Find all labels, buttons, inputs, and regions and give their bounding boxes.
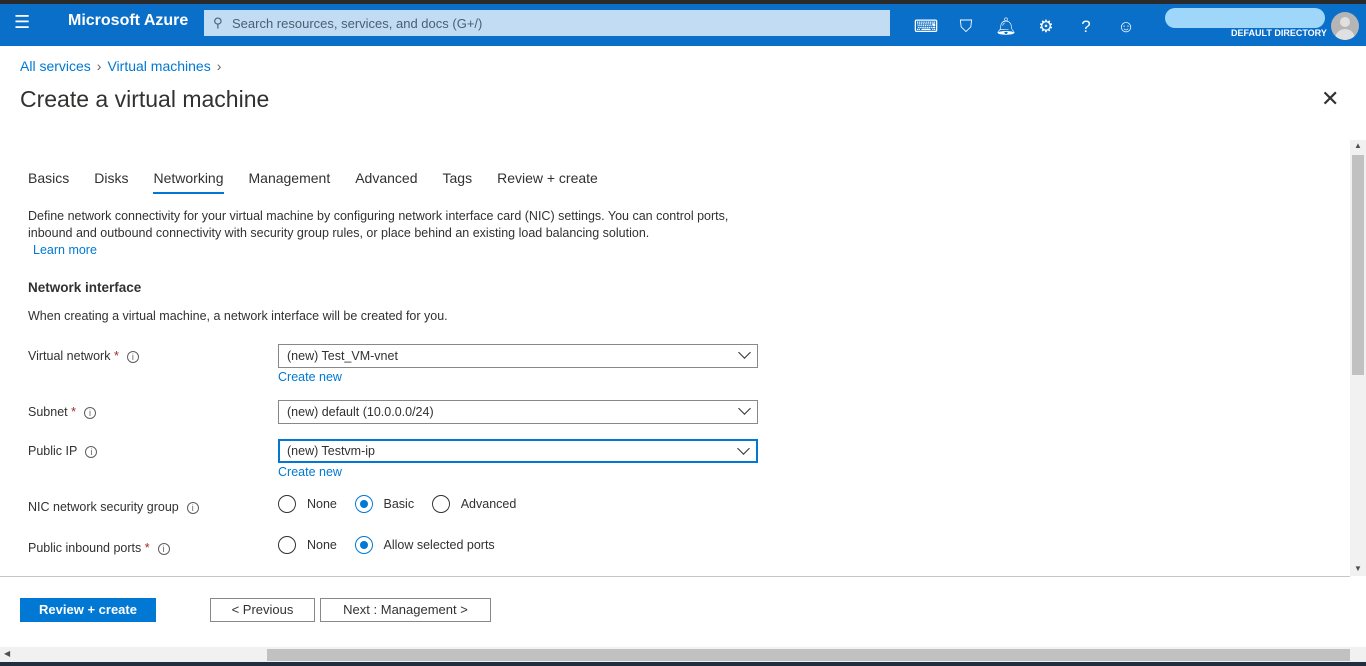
tab-basics[interactable]: Basics <box>28 170 69 194</box>
nsg-label: NIC network security group i <box>28 500 199 514</box>
brand-title[interactable]: Microsoft Azure <box>68 12 188 30</box>
search-placeholder: Search resources, services, and docs (G+… <box>232 15 483 31</box>
cloud-shell-icon[interactable]: ⌨ <box>913 14 939 40</box>
nsg-radio-none[interactable]: None <box>278 495 337 513</box>
nsg-radio-advanced[interactable]: Advanced <box>431 495 517 513</box>
radio-button-selected[interactable] <box>354 536 373 554</box>
public-ip-select[interactable]: (new) Testvm-ip <box>278 439 758 463</box>
tab-bar: Basics Disks Networking Management Advan… <box>28 170 623 194</box>
scroll-left-arrow-icon[interactable]: ◀ <box>4 649 10 658</box>
chevron-right-icon: › <box>96 58 102 74</box>
vnet-create-new-link[interactable]: Create new <box>278 370 342 384</box>
breadcrumb: All services › Virtual machines › <box>20 58 227 74</box>
account-name-redacted[interactable] <box>1165 8 1325 28</box>
vnet-label: Virtual network * i <box>28 349 139 363</box>
info-icon[interactable]: i <box>83 406 96 419</box>
window-bottom-strip <box>0 662 1366 666</box>
chevron-down-icon <box>738 346 751 359</box>
subnet-select[interactable]: (new) default (10.0.0.0/24) <box>278 400 758 424</box>
learn-more-link[interactable]: Learn more <box>33 243 97 257</box>
directory-label: DEFAULT DIRECTORY <box>1231 28 1327 38</box>
radio-button[interactable] <box>431 495 450 513</box>
inbound-label-text: Public inbound ports <box>28 541 142 555</box>
required-marker: * <box>113 349 119 363</box>
vnet-label-text: Virtual network <box>28 349 111 363</box>
public-ip-label: Public IP i <box>28 444 98 458</box>
bell-icon[interactable]: 🔔︎ <box>993 14 1019 40</box>
subnet-value: (new) default (10.0.0.0/24) <box>287 405 434 419</box>
radio-label: Basic <box>383 497 415 511</box>
next-management-button[interactable]: Next : Management > <box>320 598 491 622</box>
public-ip-create-new-link[interactable]: Create new <box>278 465 342 479</box>
public-ip-value: (new) Testvm-ip <box>287 444 375 458</box>
tab-review-create[interactable]: Review + create <box>497 170 598 194</box>
radio-label: Advanced <box>460 497 517 511</box>
horizontal-scrollbar-thumb[interactable] <box>267 649 1350 661</box>
help-icon[interactable]: ? <box>1073 14 1099 40</box>
chevron-down-icon <box>738 402 751 415</box>
radio-button[interactable] <box>278 536 296 554</box>
section-description: When creating a virtual machine, a netwo… <box>28 309 448 323</box>
avatar[interactable] <box>1331 12 1359 40</box>
nsg-radio-group: None Basic Advanced <box>278 495 530 516</box>
hamburger-icon[interactable]: ☰ <box>14 13 30 31</box>
chevron-down-icon <box>737 442 750 455</box>
inbound-radio-none[interactable]: None <box>278 536 337 554</box>
page-title: Create a virtual machine <box>20 86 270 112</box>
vnet-value: (new) Test_VM-vnet <box>287 349 398 363</box>
scroll-down-arrow-icon[interactable]: ▼ <box>1354 564 1362 573</box>
required-marker: * <box>144 541 150 555</box>
inbound-ports-label: Public inbound ports * i <box>28 541 170 555</box>
feedback-smiley-icon[interactable]: ☺ <box>1113 14 1139 40</box>
subnet-label: Subnet * i <box>28 405 96 419</box>
close-icon[interactable]: ✕ <box>1321 88 1339 110</box>
previous-button[interactable]: < Previous <box>210 598 315 622</box>
tab-management[interactable]: Management <box>249 170 331 194</box>
info-icon[interactable]: i <box>126 350 139 363</box>
nsg-radio-basic[interactable]: Basic <box>354 495 415 513</box>
tab-networking[interactable]: Networking <box>153 170 224 194</box>
breadcrumb-virtual-machines[interactable]: Virtual machines <box>107 58 210 74</box>
public-ip-label-text: Public IP <box>28 444 78 458</box>
chevron-right-icon: › <box>216 58 222 74</box>
directory-filter-icon[interactable]: ⛉ <box>953 14 979 40</box>
footer-divider <box>0 576 1350 577</box>
radio-button[interactable] <box>278 495 296 513</box>
intro-text: Define network connectivity for your vir… <box>28 209 729 240</box>
info-icon[interactable]: i <box>157 542 170 555</box>
search-input[interactable]: ⚲ Search resources, services, and docs (G… <box>204 10 890 36</box>
info-icon[interactable]: i <box>186 501 199 514</box>
tab-disks[interactable]: Disks <box>94 170 128 194</box>
tab-tags[interactable]: Tags <box>443 170 473 194</box>
inbound-radio-allow-selected[interactable]: Allow selected ports <box>354 536 495 554</box>
radio-button-selected[interactable] <box>354 495 373 513</box>
section-title: Network interface <box>28 280 142 295</box>
radio-label: None <box>307 497 337 511</box>
subnet-label-text: Subnet <box>28 405 68 419</box>
radio-label: None <box>307 538 337 552</box>
scroll-up-arrow-icon[interactable]: ▲ <box>1354 141 1362 150</box>
search-icon: ⚲ <box>213 15 223 30</box>
vertical-scrollbar-thumb[interactable] <box>1352 155 1364 375</box>
gear-icon[interactable]: ⚙ <box>1033 14 1059 40</box>
inbound-radio-group: None Allow selected ports <box>278 536 509 557</box>
required-marker: * <box>71 405 76 419</box>
radio-label: Allow selected ports <box>383 538 495 552</box>
nsg-label-text: NIC network security group <box>28 500 179 514</box>
info-icon[interactable]: i <box>85 445 98 458</box>
review-create-button[interactable]: Review + create <box>20 598 156 622</box>
breadcrumb-all-services[interactable]: All services <box>20 58 91 74</box>
vnet-select[interactable]: (new) Test_VM-vnet <box>278 344 758 368</box>
tab-advanced[interactable]: Advanced <box>355 170 417 194</box>
